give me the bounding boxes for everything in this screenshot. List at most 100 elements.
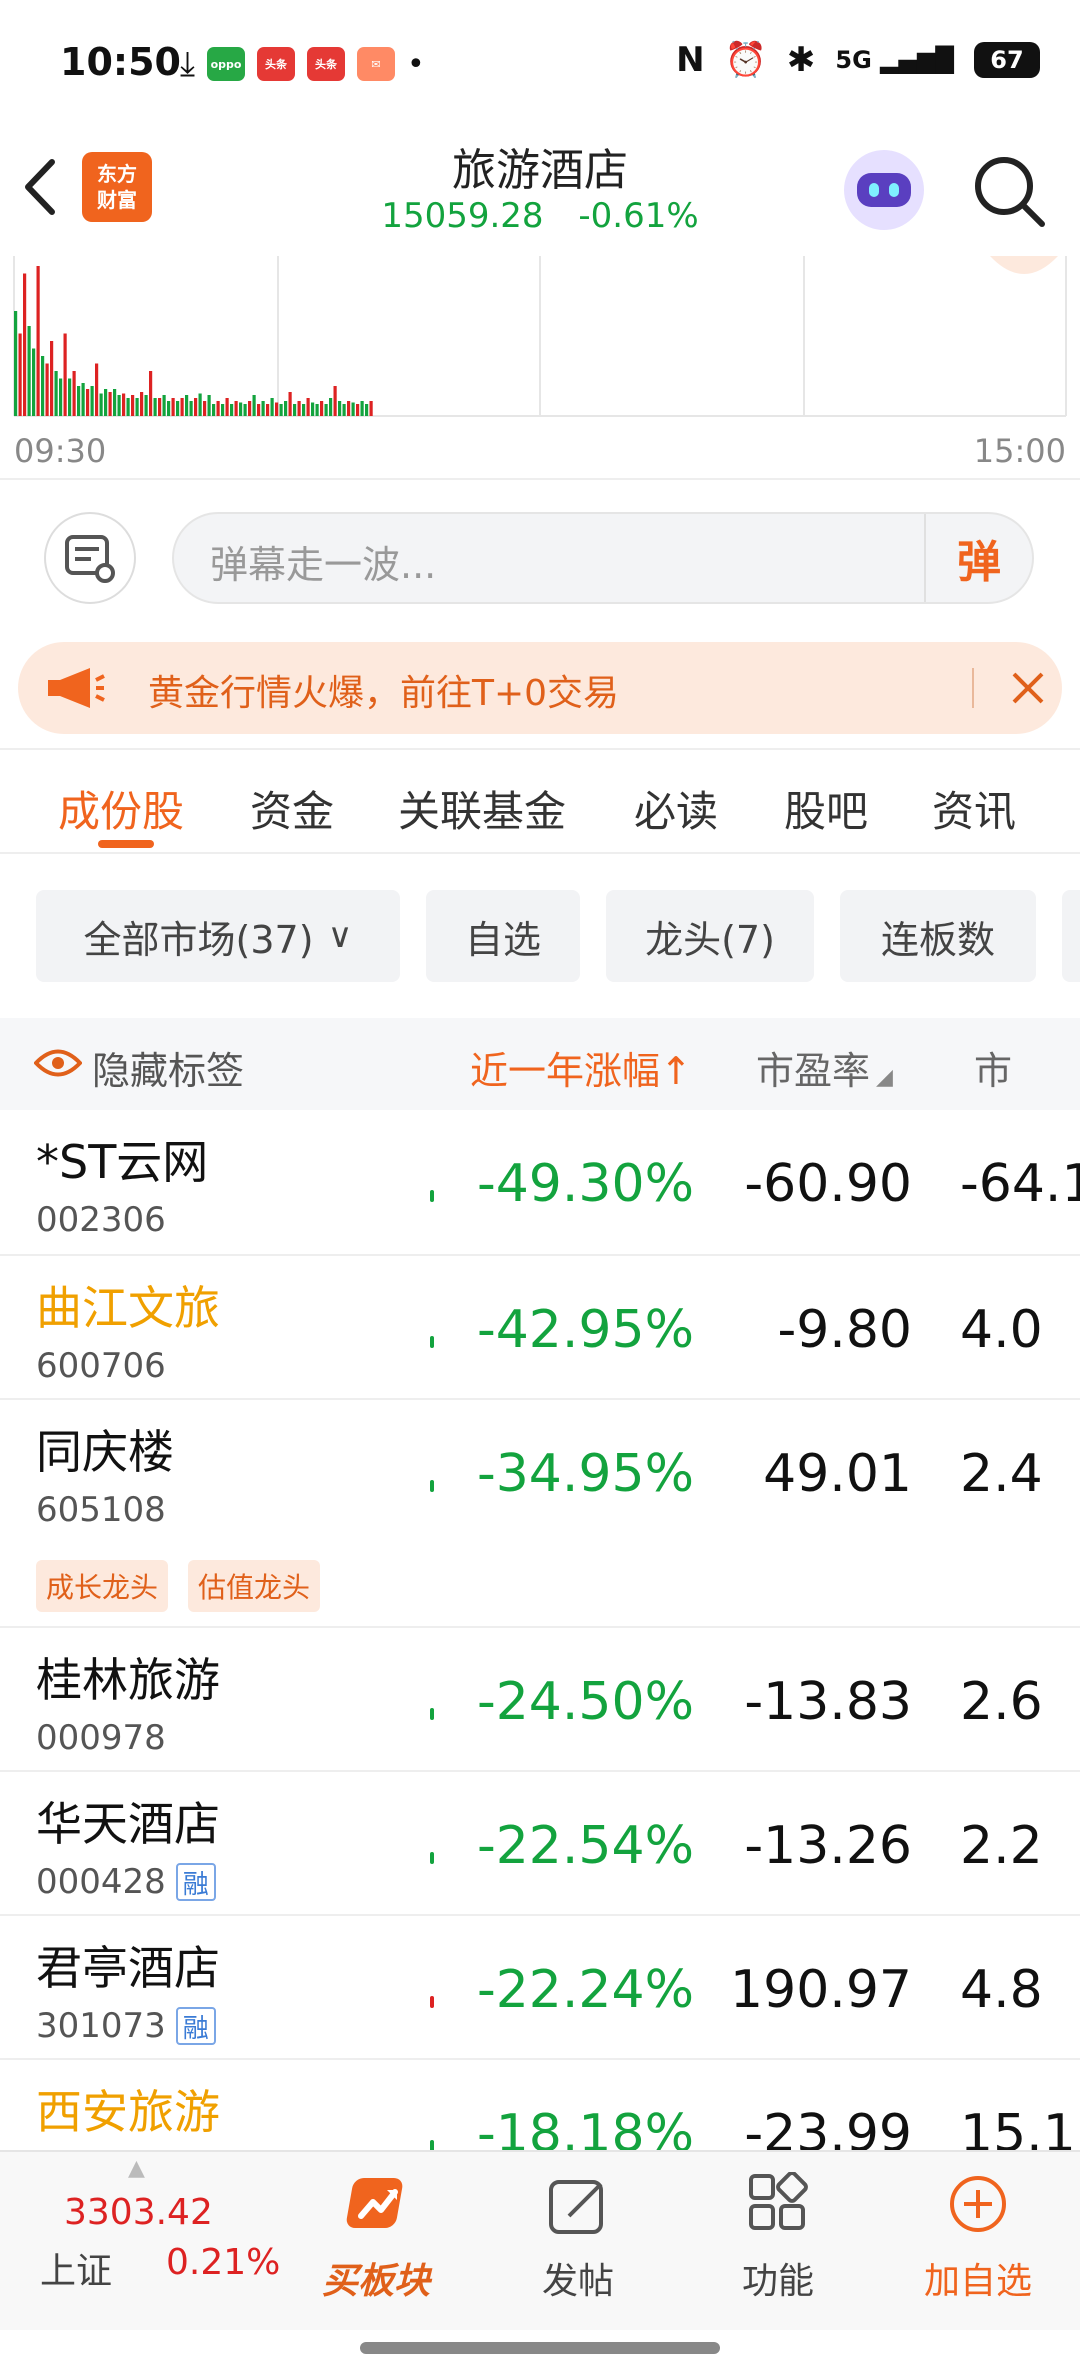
stock-code: 002306 xyxy=(36,1200,166,1240)
volume-bar xyxy=(347,401,351,416)
table-row[interactable]: 君亭酒店 301073 融 -22.24% 190.97 4.8 xyxy=(0,1916,1080,2060)
stock-tags: 成长龙头 估值龙头 xyxy=(36,1560,321,1612)
tab-must-read[interactable]: 必读 xyxy=(634,778,718,839)
volume-bar xyxy=(23,273,27,416)
volume-bar xyxy=(104,389,108,416)
mail-app-icon: ✉ xyxy=(357,47,396,81)
toutiao-app-icon: 头条 xyxy=(257,47,296,81)
robot-assistant-icon[interactable] xyxy=(844,150,924,230)
volume-bar xyxy=(230,404,234,416)
trend-marker xyxy=(430,1336,434,1348)
volume-bar xyxy=(216,401,220,416)
hide-tags-toggle[interactable]: 隐藏标签 xyxy=(92,1040,244,1095)
expand-caret-icon[interactable]: ▲ xyxy=(128,2156,145,2181)
stock-name: 桂林旅游 xyxy=(36,1653,220,1707)
tab-constituents[interactable]: 成份股 xyxy=(58,778,184,839)
volume-bar xyxy=(153,398,157,416)
tab-funds[interactable]: 资金 xyxy=(250,778,334,839)
volume-bar xyxy=(63,333,67,416)
col-header-market-value[interactable]: 市 xyxy=(974,1040,1012,1095)
volume-bar xyxy=(324,404,328,416)
shanghai-index-name[interactable]: 上证 xyxy=(40,2242,112,2294)
volume-bar xyxy=(81,383,85,416)
filter-all-markets[interactable]: 全部市场(37) ∨ xyxy=(36,890,400,982)
pe-value: -13.83 xyxy=(744,1672,912,1732)
col-header-year-change[interactable]: 近一年涨幅↑ xyxy=(470,1040,692,1095)
tab-news[interactable]: 资讯 xyxy=(932,778,1016,839)
filter-more[interactable] xyxy=(1062,890,1080,982)
table-row[interactable]: 华天酒店 000428 融 -22.54% -13.26 2.2 xyxy=(0,1772,1080,1916)
plus-circle-icon xyxy=(950,2176,1006,2232)
volume-bar xyxy=(248,401,252,416)
volume-bar xyxy=(311,402,315,416)
table-row[interactable]: *ST云网 002306 -49.30% -60.90 -64.1 xyxy=(0,1110,1080,1256)
edit-icon xyxy=(549,2180,603,2234)
functions-label: 功能 xyxy=(741,2261,814,2302)
search-button[interactable] xyxy=(970,152,1050,232)
volume-bar xyxy=(18,333,22,416)
stock-code: 600706 xyxy=(36,1346,166,1386)
functions-button[interactable]: 功能 xyxy=(708,2166,848,2316)
volume-bar xyxy=(203,401,207,416)
volume-bar xyxy=(113,389,117,416)
volume-bar xyxy=(86,389,90,416)
tab-forum[interactable]: 股吧 xyxy=(784,778,868,839)
eye-icon[interactable] xyxy=(34,1046,82,1080)
buy-sector-button[interactable]: 买板块 xyxy=(306,2166,446,2316)
volume-bar xyxy=(122,393,126,416)
nfc-icon: N xyxy=(676,40,705,80)
barrage-send-button[interactable]: 弹 xyxy=(924,514,1032,602)
market-value: 2.2 xyxy=(960,1816,1043,1876)
table-row[interactable]: 桂林旅游 000978 -24.50% -13.83 2.6 xyxy=(0,1628,1080,1772)
market-value: 4.0 xyxy=(960,1300,1043,1360)
post-button[interactable]: 发帖 xyxy=(508,2166,648,2316)
system-icons: N ⏰ ✱ 5G ▂▄▆█ 67 xyxy=(676,40,1040,80)
promo-close-button[interactable] xyxy=(998,658,1058,718)
volume-bar xyxy=(45,363,49,416)
promo-banner[interactable]: 黄金行情火爆，前往T+0交易 xyxy=(18,642,1062,734)
home-indicator[interactable] xyxy=(360,2342,720,2354)
market-value: 2.4 xyxy=(960,1444,1043,1504)
volume-bar xyxy=(50,341,54,416)
table-row[interactable]: 曲江文旅 600706 -42.95% -9.80 4.0 xyxy=(0,1256,1080,1400)
shanghai-index-value[interactable]: 3303.42 xyxy=(64,2192,213,2233)
bottom-bar: ▲ 3303.42 上证 0.21% 买板块 发帖 功能 加自选 xyxy=(0,2150,1080,2330)
pe-value: -60.90 xyxy=(744,1154,912,1214)
year-change-value: -22.54% xyxy=(476,1816,694,1876)
shanghai-index-change[interactable]: 0.21% xyxy=(166,2242,280,2283)
chevron-down-icon: ∨ xyxy=(327,916,353,956)
volume-bar xyxy=(329,398,333,416)
volume-chart-svg xyxy=(13,256,1067,417)
trend-marker xyxy=(430,1852,434,1864)
col-header-pe[interactable]: 市盈率 ◢ xyxy=(756,1040,893,1095)
tag-value-leader[interactable]: 估值龙头 xyxy=(188,1560,321,1612)
volume-bar xyxy=(144,395,148,416)
add-watchlist-label: 加自选 xyxy=(923,2261,1032,2302)
volume-bar xyxy=(99,393,103,416)
add-watchlist-button[interactable]: 加自选 xyxy=(908,2166,1048,2316)
volume-bar xyxy=(207,395,211,416)
table-row[interactable]: 同庆楼 605108 -34.95% 49.01 2.4 成长龙头 估值龙头 xyxy=(0,1400,1080,1628)
barrage-input[interactable]: 弹幕走一波... 弹 xyxy=(172,512,1034,604)
filter-consecutive-limits[interactable]: 连板数 xyxy=(840,890,1036,982)
pe-value: -13.26 xyxy=(744,1816,912,1876)
filter-leaders[interactable]: 龙头(7) xyxy=(606,890,814,982)
filter-watchlist[interactable]: 自选 xyxy=(426,890,580,982)
stock-name: 同庆楼 xyxy=(36,1425,174,1479)
tab-related-funds[interactable]: 关联基金 xyxy=(398,778,566,839)
barrage-settings-button[interactable] xyxy=(44,512,136,604)
volume-bar xyxy=(108,392,112,416)
volume-bar xyxy=(293,404,297,416)
margin-trading-badge: 融 xyxy=(175,1863,216,1901)
grid-icon xyxy=(749,2172,808,2230)
tab-bar: 成份股 资金 关联基金 必读 股吧 资讯 xyxy=(0,752,1080,852)
stock-name: 华天酒店 xyxy=(36,1797,220,1851)
stock-name: 西安旅游 xyxy=(36,2085,220,2139)
volume-bar xyxy=(288,392,292,416)
chart-corner-marker xyxy=(990,256,1058,274)
volume-chart: 09:30 15:00 xyxy=(0,252,1080,480)
year-change-value: -22.24% xyxy=(476,1960,694,2020)
volume-bar xyxy=(360,401,364,416)
tag-growth-leader[interactable]: 成长龙头 xyxy=(36,1560,169,1612)
year-change-value: -49.30% xyxy=(476,1154,694,1214)
